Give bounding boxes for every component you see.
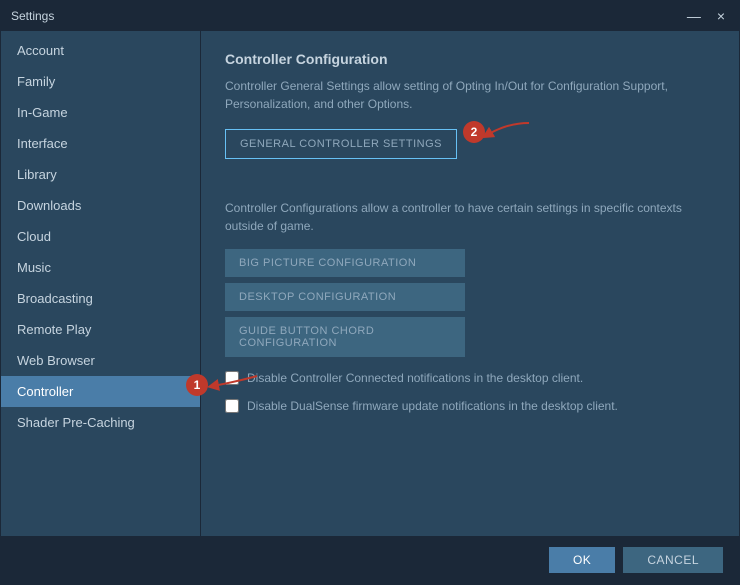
sidebar-item-family[interactable]: Family	[1, 66, 200, 97]
section-title: Controller Configuration	[225, 51, 715, 67]
sidebar-item-library[interactable]: Library	[1, 159, 200, 190]
checkbox-row-1: Disable DualSense firmware update notifi…	[225, 399, 715, 413]
checkbox-label-1: Disable DualSense firmware update notifi…	[247, 399, 618, 413]
title-bar-controls: — ×	[683, 6, 729, 26]
main-content: AccountFamilyIn-GameInterfaceLibraryDown…	[1, 31, 739, 536]
arrow-2-svg	[477, 115, 537, 155]
sidebar-item-remote-play[interactable]: Remote Play	[1, 314, 200, 345]
sidebar-item-controller[interactable]: Controller1	[1, 376, 200, 407]
section-desc2: Controller Configurations allow a contro…	[225, 199, 715, 235]
section-desc: Controller General Settings allow settin…	[225, 77, 715, 113]
checkbox-0[interactable]	[225, 371, 239, 385]
sidebar-item-account[interactable]: Account	[1, 35, 200, 66]
badge-1: 1	[186, 374, 208, 396]
window-title: Settings	[11, 9, 54, 23]
checkbox-label-0: Disable Controller Connected notificatio…	[247, 371, 583, 385]
sidebar-item-cloud[interactable]: Cloud	[1, 221, 200, 252]
title-bar: Settings — ×	[1, 1, 739, 31]
content-scroll: Controller Configuration Controller Gene…	[201, 31, 739, 536]
sidebar: AccountFamilyIn-GameInterfaceLibraryDown…	[1, 31, 201, 536]
cancel-button[interactable]: CANCEL	[623, 547, 723, 573]
sidebar-item-music[interactable]: Music	[1, 252, 200, 283]
minimize-btn[interactable]: —	[683, 6, 705, 26]
sidebar-item-interface[interactable]: Interface	[1, 128, 200, 159]
sidebar-item-in-game[interactable]: In-Game	[1, 97, 200, 128]
config-btn-guide-button-chord-configuration[interactable]: GUIDE BUTTON CHORD CONFIGURATION	[225, 317, 465, 357]
settings-window: Settings — × AccountFamilyIn-GameInterfa…	[0, 0, 740, 585]
config-btn-desktop-configuration[interactable]: DESKTOP CONFIGURATION	[225, 283, 465, 311]
config-btn-big-picture-configuration[interactable]: BIG PICTURE CONFIGURATION	[225, 249, 465, 277]
badge-2: 2	[463, 121, 485, 143]
checkbox-1[interactable]	[225, 399, 239, 413]
checkboxes-list: Disable Controller Connected notificatio…	[225, 371, 715, 413]
sidebar-item-shader-pre-caching[interactable]: Shader Pre-Caching	[1, 407, 200, 438]
content-area: Controller Configuration Controller Gene…	[201, 31, 739, 536]
sidebar-item-downloads[interactable]: Downloads	[1, 190, 200, 221]
config-buttons-list: BIG PICTURE CONFIGURATION DESKTOP CONFIGU…	[225, 249, 715, 357]
general-controller-settings-btn[interactable]: GENERAL CONTROLLER SETTINGS	[225, 129, 457, 159]
footer: OK CANCEL	[1, 536, 739, 584]
sidebar-item-broadcasting[interactable]: Broadcasting	[1, 283, 200, 314]
close-btn[interactable]: ×	[713, 6, 729, 26]
checkbox-row-0: Disable Controller Connected notificatio…	[225, 371, 715, 385]
sidebar-item-web-browser[interactable]: Web Browser	[1, 345, 200, 376]
ok-button[interactable]: OK	[549, 547, 615, 573]
